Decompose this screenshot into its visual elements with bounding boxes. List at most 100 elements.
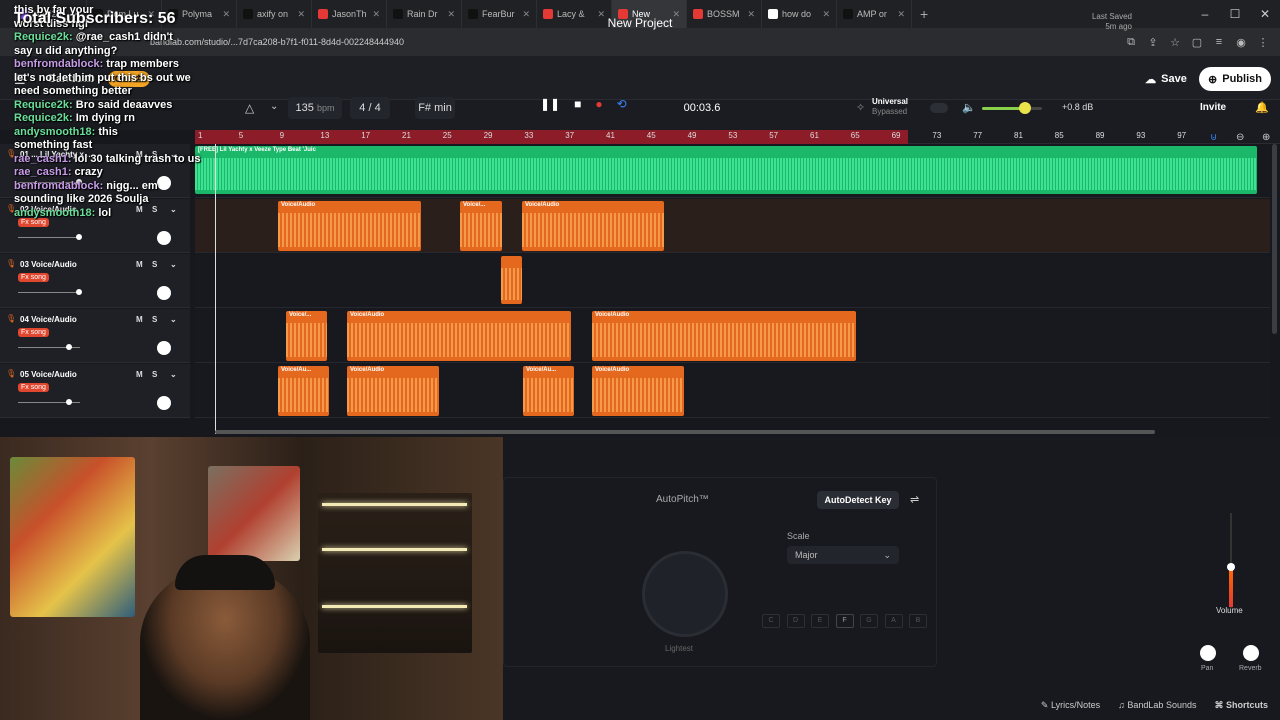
track-pan-knob[interactable] [157,341,171,355]
audio-clip[interactable]: Voice/... [286,311,327,361]
publish-button[interactable]: ⊕ Publish [1199,67,1271,91]
playhead[interactable] [215,144,216,434]
close-tab-icon[interactable]: ✕ [522,9,530,20]
close-tab-icon[interactable]: ✕ [747,9,755,20]
close-window-icon[interactable]: ✕ [1250,7,1280,21]
track-header[interactable]: 04 Voice/Audio 🎙 Fx song M S ⌄ [0,309,190,363]
reverb-knob[interactable] [1243,645,1259,661]
track-pan-knob[interactable] [157,176,171,190]
browser-tab[interactable]: FearBur ✕ [462,0,537,28]
browser-tab[interactable]: Rain Dr ✕ [387,0,462,28]
close-tab-icon[interactable]: ✕ [447,9,455,20]
scale-note[interactable]: G [860,614,878,628]
audio-clip[interactable]: Voice/Audio [347,311,571,361]
strength-knob[interactable] [642,551,728,637]
loop-icon[interactable]: ⟲ [617,97,627,111]
track-volume-thumb[interactable] [76,289,82,295]
audio-clip[interactable] [501,256,522,304]
audio-clip[interactable]: Voice/Au... [523,366,574,416]
track-volume-fader[interactable] [1210,505,1250,615]
invite-button[interactable]: Invite [1200,102,1226,113]
shortcuts-button[interactable]: ⌘ Shortcuts [1214,700,1268,711]
pause-icon[interactable]: ❚❚ [540,97,560,111]
track-header[interactable]: 03 Voice/Audio 🎙 Fx song M S ⌄ [0,254,190,308]
track-volume-slider[interactable] [18,292,80,293]
metronome-icon[interactable]: △ [245,101,254,115]
chevron-down-icon[interactable]: ⌄ [170,260,177,269]
volume-thumb[interactable] [1019,102,1032,114]
fx-badge[interactable]: Fx song [18,383,49,392]
scale-select[interactable]: Major ⌄ [787,546,899,564]
key-field[interactable]: F# min [415,97,455,119]
profile-icon[interactable]: ◉ [1230,36,1252,49]
bandlab-sounds-button[interactable]: ♫ BandLab Sounds [1118,700,1196,710]
fader-thumb[interactable] [1227,563,1235,571]
track-lane[interactable]: Voice/... Voice/Audio Voice/Audio [195,309,1270,363]
track-volume-thumb[interactable] [66,344,72,350]
vertical-scrollbar[interactable] [1272,144,1277,334]
mastering-preset[interactable]: Universal Bypassed [872,97,962,117]
browser-tab[interactable]: JasonTh ✕ [312,0,387,28]
track-lane[interactable]: [FREE] Lil Yachty x Veeze Type Beat 'Jui… [195,144,1270,198]
mute-button[interactable]: M [136,315,143,324]
sliders-icon[interactable]: ⇌ [910,493,919,506]
solo-button[interactable]: S [152,370,157,379]
menu-lines-icon[interactable]: ≡ [1208,36,1230,49]
close-tab-icon[interactable]: ✕ [222,9,230,20]
scale-note[interactable]: F [835,614,854,628]
audio-clip[interactable]: Voice/Au... [278,366,329,416]
snap-icon[interactable]: ⊍ [1210,132,1217,143]
url-field[interactable]: bandlab.com/studio/...7d7ca208-b7f1-f011… [150,37,404,47]
stop-icon[interactable]: ■ [574,97,581,111]
close-tab-icon[interactable]: ✕ [822,9,830,20]
zoom-out-icon[interactable]: ⊖ [1236,132,1244,143]
audio-clip[interactable]: Voice/... [460,201,502,251]
bell-icon[interactable]: 🔔 [1255,101,1269,114]
master-volume-slider[interactable] [982,102,1042,114]
share-icon[interactable]: ⇪ [1142,36,1164,49]
fx-badge[interactable]: Fx song [18,328,49,337]
mute-button[interactable]: M [136,260,143,269]
audio-clip[interactable]: Voice/Audio [522,201,664,251]
fx-badge[interactable]: Fx song [18,218,49,227]
tempo-field[interactable]: 135 bpm [288,97,342,119]
track-header[interactable]: 05 Voice/Audio 🎙 Fx song M S ⌄ [0,364,190,418]
audio-clip[interactable]: Voice/Audio [347,366,439,416]
track-volume-thumb[interactable] [66,399,72,405]
solo-button[interactable]: S [152,315,157,324]
mute-button[interactable]: M [136,205,143,214]
maximize-icon[interactable]: ☐ [1220,7,1250,21]
more-icon[interactable]: ⋮ [1252,36,1274,49]
scale-note[interactable]: B [909,614,927,628]
scale-note[interactable]: A [884,614,903,628]
pan-knob[interactable] [1200,645,1216,661]
track-volume-thumb[interactable] [76,234,82,240]
record-icon[interactable]: ● [595,97,602,111]
track-lane[interactable]: Voice/Au... Voice/Audio Voice/Au... Voice/A… [195,364,1270,418]
scale-note[interactable]: D [786,614,805,628]
horizontal-scrollbar[interactable] [215,430,1155,434]
close-tab-icon[interactable]: ✕ [897,9,905,20]
scale-note[interactable]: E [811,614,829,628]
chevron-down-icon[interactable]: ⌄ [170,370,177,379]
speaker-icon[interactable]: 🔈 [962,101,976,114]
mastering-toggle[interactable] [930,103,948,113]
browser-tab[interactable]: axify on ✕ [237,0,312,28]
loop-region[interactable] [195,130,908,144]
track-name[interactable]: 04 Voice/Audio [20,315,77,324]
chevron-down-icon[interactable]: ⌄ [270,101,278,112]
track-pan-knob[interactable] [157,231,171,245]
close-tab-icon[interactable]: ✕ [297,9,305,20]
lyrics-notes-button[interactable]: ✎ Lyrics/Notes [1041,700,1100,711]
browser-tab[interactable]: AMP or ✕ [837,0,912,28]
track-lane[interactable] [195,254,1270,308]
mute-button[interactable]: M [136,370,143,379]
fx-badge[interactable]: Fx song [18,273,49,282]
chevron-down-icon[interactable]: ⌄ [170,315,177,324]
bookmark-star-icon[interactable]: ☆ [1164,36,1186,49]
zoom-in-icon[interactable]: ⊕ [1262,132,1270,143]
solo-button[interactable]: S [152,260,157,269]
autodetect-key-button[interactable]: AutoDetect Key [817,491,899,509]
track-name[interactable]: 03 Voice/Audio [20,260,77,269]
track-name[interactable]: 05 Voice/Audio [20,370,77,379]
